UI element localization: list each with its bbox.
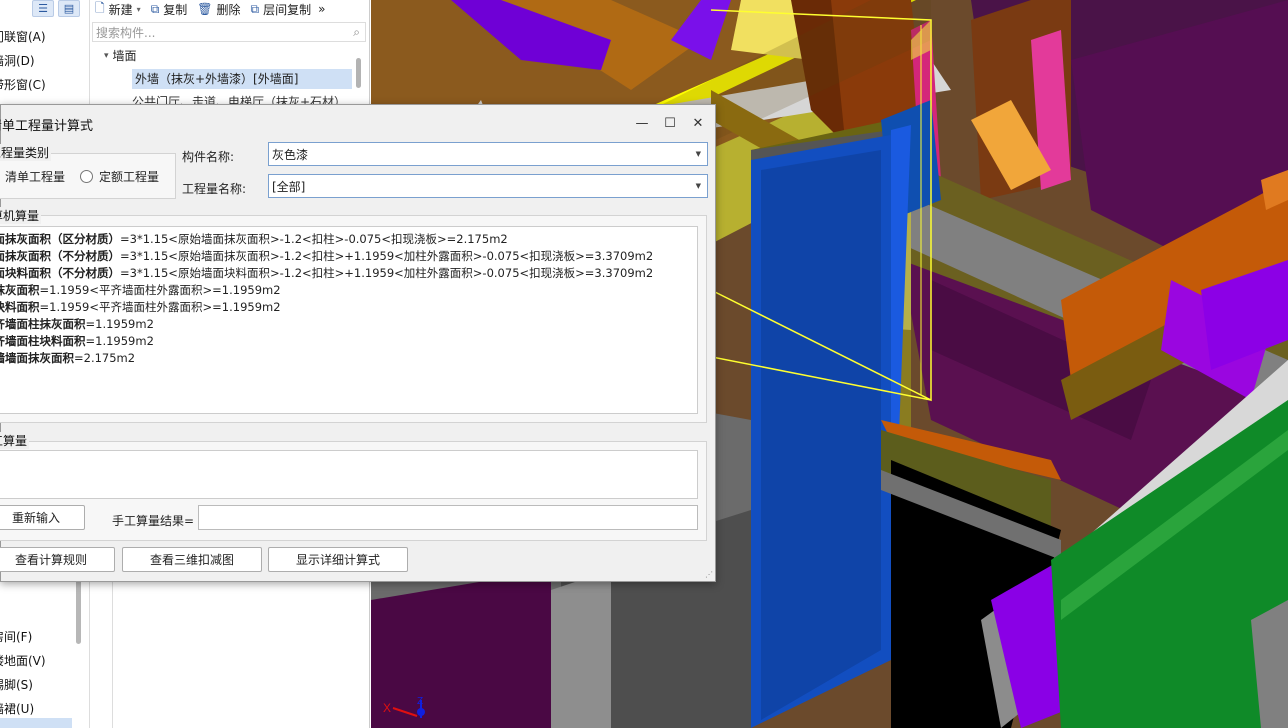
new-button[interactable]: 🗋 新建 ▾ (90, 0, 146, 20)
nav-item[interactable]: 楼地面(V) (0, 652, 46, 669)
calc-line-formula: =1.1959<平齐墙面柱外露面积>=1.1959m2 (39, 300, 281, 314)
manual-result-input[interactable] (198, 505, 698, 530)
component-name-value: 灰色漆 (272, 147, 309, 162)
floor-copy-label: 层间复制 (263, 2, 312, 17)
search-input[interactable]: 搜索构件... ⌕ (92, 22, 366, 42)
trash-icon: 🗑 (197, 2, 213, 16)
nav-item[interactable]: 墙洞(D) (0, 52, 35, 69)
minimize-icon[interactable]: — (632, 113, 652, 133)
tree-node-wall-surface[interactable]: ▾ 墙面 (104, 47, 137, 64)
new-document-icon: 🗋 (95, 0, 105, 15)
list-view-icon[interactable]: ☰ (32, 0, 54, 17)
radio-circle-icon[interactable] (80, 170, 93, 183)
computer-calc-textarea[interactable]: 墙面抹灰面积（区分材质）=3*1.15<原始墙面抹灰面积>-1.2<扣柱>-0.… (0, 226, 698, 414)
nav-selected-item[interactable] (0, 718, 72, 728)
view-rules-button[interactable]: 查看计算规则 (0, 547, 115, 572)
copy-label: 复制 (163, 2, 188, 17)
view-toggle-group: ☰ ▤ (32, 0, 80, 18)
expand-triangle-icon[interactable]: ▾ (104, 51, 109, 61)
search-icon[interactable]: ⌕ (353, 25, 360, 40)
calc-line: 平齐墙面柱抹灰面积=1.1959m2 (0, 316, 697, 333)
calc-line: 墙面块料面积（不分材质）=3*1.15<原始墙面块料面积>-1.2<扣柱>+1.… (0, 265, 697, 282)
view-3d-deduction-button[interactable]: 查看三维扣减图 (122, 547, 262, 572)
calc-line-formula: =3*1.15<原始墙面块料面积>-1.2<扣柱>+1.1959<加柱外露面积>… (120, 266, 654, 280)
resize-grip-icon[interactable]: ⋰ (705, 570, 713, 579)
manual-calc-group-label: 手工算量 (0, 432, 30, 449)
calc-line: 柱块料面积=1.1959<平齐墙面柱外露面积>=1.1959m2 (0, 299, 697, 316)
svg-text:X: X (383, 701, 391, 715)
new-label: 新建 (108, 2, 133, 17)
quantity-name-label: 工程量名称: (182, 182, 247, 196)
delete-label: 删除 (216, 2, 241, 17)
dropdown-arrow-icon[interactable]: ▾ (137, 5, 141, 14)
quantity-name-select[interactable]: [全部] ▼ (268, 174, 708, 198)
copy-button[interactable]: ⧉ 复制 (146, 1, 193, 18)
nav-item[interactable]: 墙裙(U) (0, 700, 34, 717)
calc-line-name: 平齐墙面柱块料面积 (0, 334, 86, 348)
tree-scrollbar[interactable] (356, 58, 361, 88)
nav-item[interactable]: 踢脚(S) (0, 676, 33, 693)
tree-root-label: 墙面 (112, 49, 137, 63)
show-detail-formula-button[interactable]: 显示详细计算式 (268, 547, 408, 572)
calc-line-formula: =1.1959m2 (85, 317, 154, 331)
quantity-formula-dialog: 清单工程量计算式 — ☐ ✕ 工程量类别 清单工程量 定额工程量 构件名称: 灰… (0, 104, 716, 582)
nav-item[interactable]: 带形窗(C) (0, 76, 46, 93)
quota-quantity-radio[interactable]: 定额工程量 (80, 168, 159, 185)
tree-item-selected[interactable]: 外墙（抹灰+外墙漆）[外墙面] (132, 69, 352, 89)
manual-result-label: 手工算量结果= (112, 514, 195, 528)
component-name-label: 构件名称: (182, 150, 235, 164)
calc-line: 柱抹灰面积=1.1959<平齐墙面柱外露面积>=1.1959m2 (0, 282, 697, 299)
chevron-down-icon[interactable]: ▼ (696, 182, 701, 190)
delete-button[interactable]: 🗑 删除 (192, 1, 245, 18)
maximize-icon[interactable]: ☐ (660, 113, 680, 133)
component-properties-area (112, 582, 368, 728)
layers-copy-icon: ⧉ (250, 1, 260, 16)
quantity-type-group-label: 工程量类别 (0, 144, 52, 161)
quantity-name-value: [全部] (272, 179, 306, 194)
component-name-select[interactable]: 灰色漆 ▼ (268, 142, 708, 166)
floor-copy-button[interactable]: ⧉ 层间复制 (246, 1, 317, 18)
calc-line-formula: =2.175m2 (74, 351, 136, 365)
calc-line-formula: =3*1.15<原始墙面抹灰面积>-1.2<扣柱>-0.075<扣现浇板>=2.… (120, 232, 508, 246)
manual-calc-textarea[interactable] (0, 450, 698, 499)
bill-quantity-label: 清单工程量 (5, 170, 66, 184)
reinput-button[interactable]: 重新输入 (0, 505, 85, 530)
calc-line: 墙面抹灰面积（不分材质）=3*1.15<原始墙面抹灰面积>-1.2<扣柱>+1.… (0, 248, 697, 265)
detail-view-icon[interactable]: ▤ (58, 0, 80, 17)
calc-line-formula: =3*1.15<原始墙面抹灰面积>-1.2<扣柱>+1.1959<加柱外露面积>… (120, 249, 654, 263)
calc-line-name: 墙面块料面积（不分材质） (0, 266, 120, 280)
dialog-title: 清单工程量计算式 (0, 119, 94, 134)
calc-line-name: 柱块料面积 (0, 300, 40, 314)
calc-line: 平齐墙面柱块料面积=1.1959m2 (0, 333, 697, 350)
toolbar-overflow-button[interactable]: » (316, 2, 325, 16)
calc-line-name: 墙面抹灰面积（区分材质） (0, 232, 120, 246)
close-icon[interactable]: ✕ (688, 113, 708, 133)
calc-line-name: 柱抹灰面积 (0, 283, 40, 297)
calc-line-name: 外墙墙面抹灰面积 (0, 351, 74, 365)
bill-quantity-radio[interactable]: 清单工程量 (5, 168, 65, 185)
calc-line: 外墙墙面抹灰面积=2.175m2 (0, 350, 697, 367)
nav-item[interactable]: 房间(F) (0, 628, 32, 645)
calc-line-name: 平齐墙面柱抹灰面积 (0, 317, 86, 331)
svg-text:Z: Z (417, 696, 423, 707)
quota-quantity-label: 定额工程量 (99, 170, 160, 184)
search-placeholder: 搜索构件... (96, 25, 156, 40)
chevron-down-icon[interactable]: ▼ (696, 150, 701, 158)
calc-line-name: 墙面抹灰面积（不分材质） (0, 249, 120, 263)
nav-item[interactable]: 门联窗(A) (0, 28, 46, 45)
copy-icon: ⧉ (150, 1, 160, 16)
calc-line-formula: =1.1959m2 (85, 334, 154, 348)
calc-line: 墙面抹灰面积（区分材质）=3*1.15<原始墙面抹灰面积>-1.2<扣柱>-0.… (0, 231, 697, 248)
computer-calc-group-label: 计算机算量 (0, 207, 42, 224)
calc-line-formula: =1.1959<平齐墙面柱外露面积>=1.1959m2 (39, 283, 281, 297)
component-toolbar: 🗋 新建 ▾ ⧉ 复制 🗑 删除 ⧉ 层间复制 » (90, 0, 370, 18)
